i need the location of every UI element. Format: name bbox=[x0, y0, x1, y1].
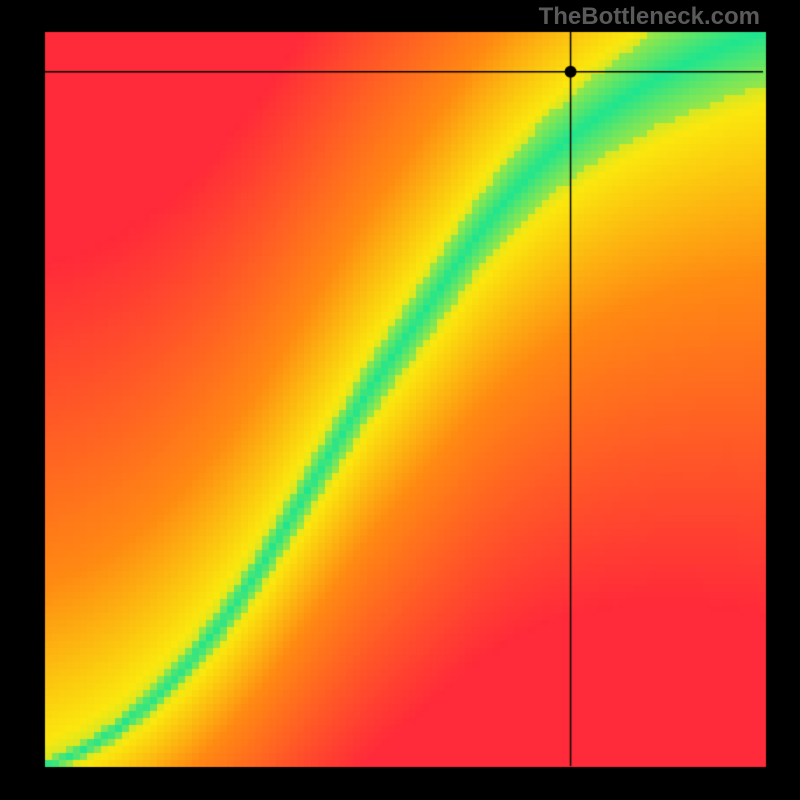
watermark-text: TheBottleneck.com bbox=[539, 3, 760, 31]
bottleneck-heatmap bbox=[0, 0, 800, 800]
